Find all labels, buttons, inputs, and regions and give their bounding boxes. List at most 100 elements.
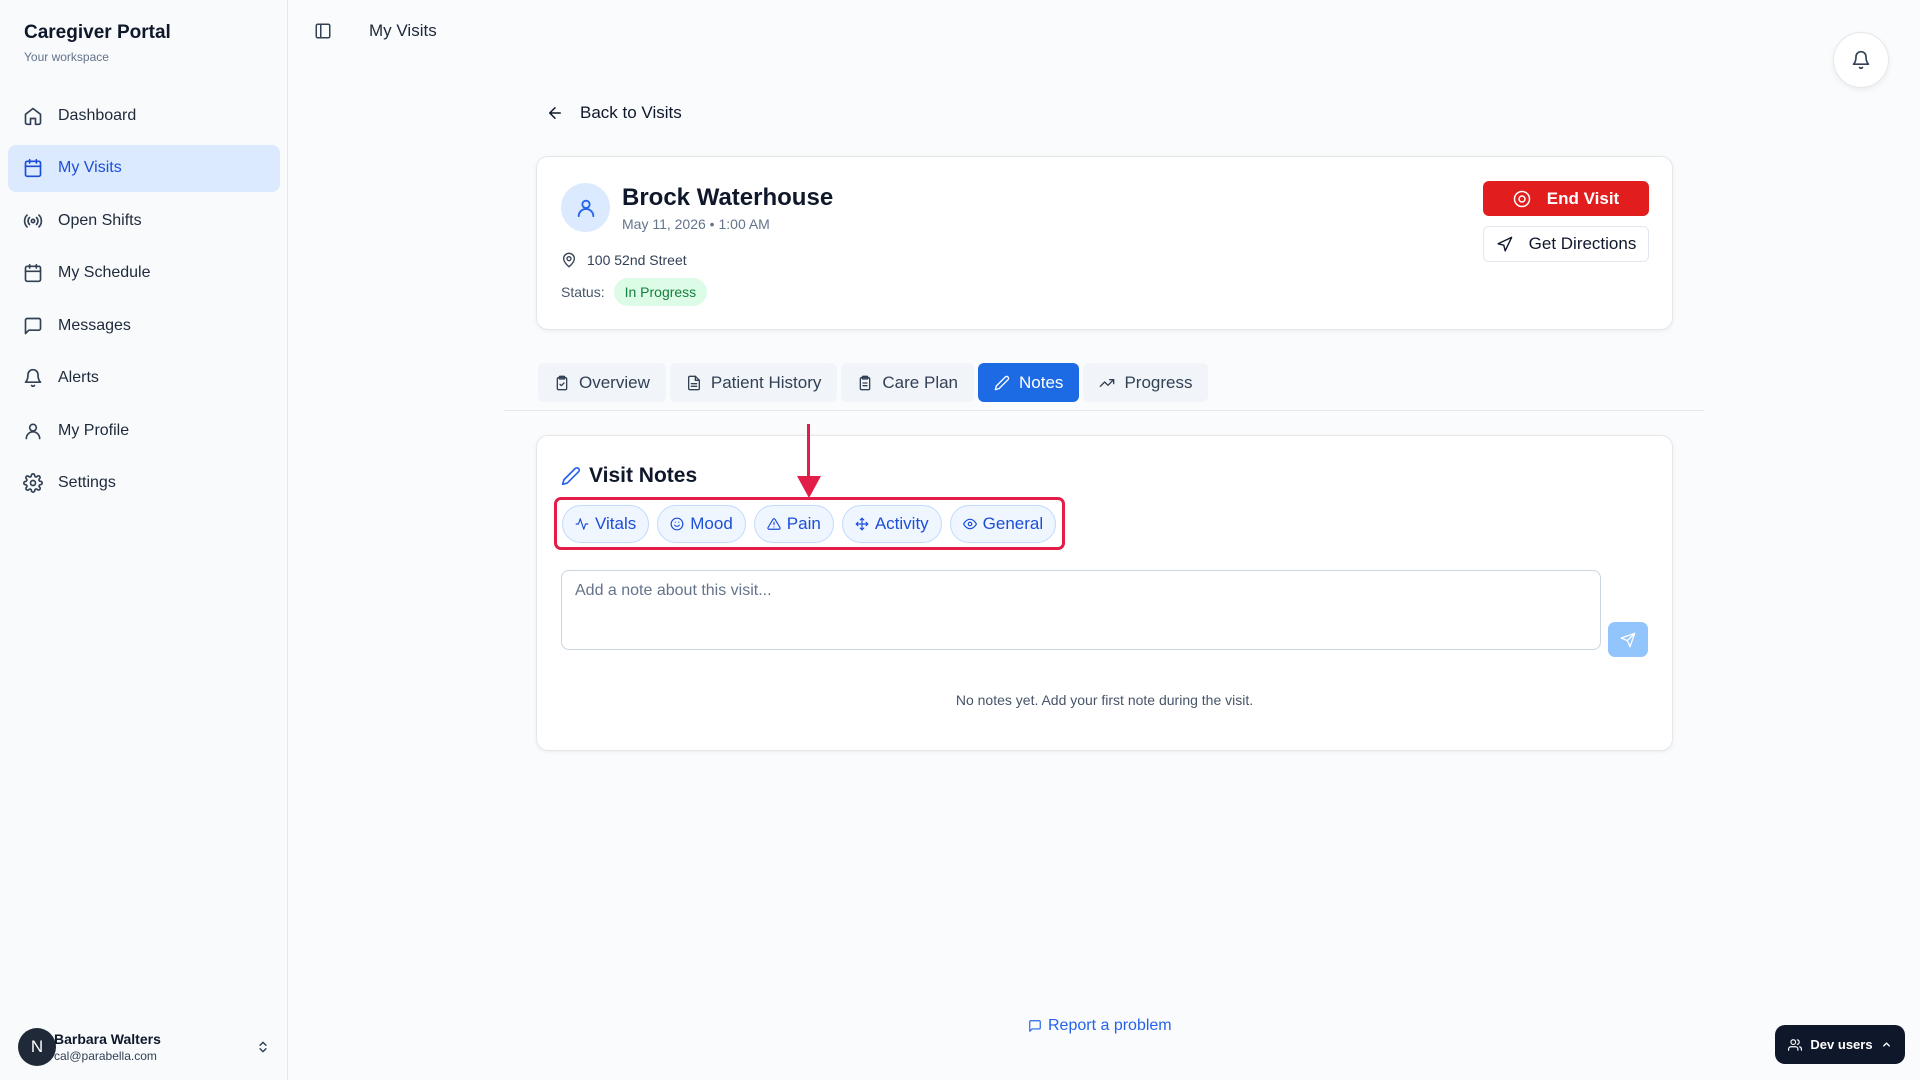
document-icon bbox=[686, 375, 702, 391]
move-icon bbox=[855, 517, 869, 531]
report-problem-label: Report a problem bbox=[1048, 1017, 1172, 1034]
sidebar-item-alerts[interactable]: Alerts bbox=[8, 355, 280, 402]
bell-icon bbox=[22, 367, 44, 389]
sidebar-item-my-profile[interactable]: My Profile bbox=[8, 407, 280, 454]
sidebar-toggle-icon[interactable] bbox=[312, 20, 334, 42]
sidebar-item-my-visits[interactable]: My Visits bbox=[8, 144, 280, 192]
clipboard-list-icon bbox=[857, 375, 873, 391]
tab-progress[interactable]: Progress bbox=[1083, 363, 1209, 402]
annotation-arrow-line bbox=[807, 424, 810, 478]
broadcast-icon bbox=[22, 210, 44, 232]
chip-pain[interactable]: Pain bbox=[753, 505, 834, 543]
alert-triangle-icon bbox=[767, 517, 781, 531]
chip-mood[interactable]: Mood bbox=[657, 505, 746, 543]
sidebar-nav: Dashboard My Visits Open Shifts My Sched… bbox=[8, 92, 280, 512]
visit-address: 100 52nd Street bbox=[561, 252, 687, 268]
activity-icon bbox=[575, 517, 589, 531]
chip-label: Mood bbox=[690, 514, 733, 533]
chip-label: General bbox=[982, 514, 1044, 533]
sidebar-item-dashboard[interactable]: Dashboard bbox=[8, 92, 280, 139]
note-input[interactable] bbox=[561, 570, 1601, 650]
message-icon bbox=[22, 315, 44, 337]
visit-status: Status: In Progress bbox=[561, 278, 708, 306]
address-text: 100 52nd Street bbox=[587, 252, 687, 268]
tab-label: Progress bbox=[1124, 372, 1193, 392]
calendar-icon bbox=[22, 157, 44, 179]
calendar-icon bbox=[22, 262, 44, 284]
dev-users-label: Dev users bbox=[1810, 1037, 1873, 1052]
annotation-arrow-head bbox=[797, 476, 821, 498]
sidebar-item-label: Dashboard bbox=[58, 106, 137, 124]
get-directions-button[interactable]: Get Directions bbox=[1483, 226, 1649, 262]
tab-patient-history[interactable]: Patient History bbox=[669, 363, 838, 402]
chip-general[interactable]: General bbox=[949, 505, 1057, 543]
tab-label: Notes bbox=[1019, 372, 1064, 392]
arrow-left-icon bbox=[546, 103, 566, 123]
visit-tabs: Overview Patient History Care Plan Notes… bbox=[538, 363, 1212, 402]
chip-vitals[interactable]: Vitals bbox=[562, 505, 650, 543]
visit-notes-title: Visit Notes bbox=[589, 464, 698, 487]
visit-notes-card: Visit Notes Vitals Mood Pain Activity Ge… bbox=[536, 435, 1673, 751]
dev-users-button[interactable]: Dev users bbox=[1775, 1025, 1905, 1064]
chevrons-up-down-icon[interactable] bbox=[253, 1039, 273, 1055]
sidebar-item-label: My Visits bbox=[58, 159, 122, 176]
user-name: Barbara Walters bbox=[54, 1031, 161, 1047]
eye-icon bbox=[962, 517, 977, 531]
visit-notes-heading: Visit Notes bbox=[561, 464, 697, 488]
end-visit-label: End Visit bbox=[1546, 188, 1620, 208]
user-icon bbox=[22, 420, 44, 442]
app-title: Caregiver Portal bbox=[24, 22, 171, 43]
sidebar-item-label: Open Shifts bbox=[58, 211, 142, 229]
end-visit-button[interactable]: End Visit bbox=[1483, 181, 1649, 216]
send-note-button[interactable] bbox=[1608, 622, 1648, 657]
pencil-icon bbox=[994, 375, 1010, 391]
tab-label: Care Plan bbox=[882, 372, 959, 392]
tab-overview[interactable]: Overview bbox=[538, 363, 666, 402]
tab-care-plan[interactable]: Care Plan bbox=[841, 363, 975, 402]
chip-label: Activity bbox=[874, 514, 929, 533]
tab-label: Patient History bbox=[710, 372, 822, 392]
note-category-chips: Vitals Mood Pain Activity General bbox=[562, 505, 1064, 543]
tab-notes[interactable]: Notes bbox=[978, 363, 1080, 402]
target-icon bbox=[1513, 190, 1531, 208]
user-menu[interactable]: N Barbara Walters cal@parabella.com bbox=[18, 1022, 273, 1072]
status-label: Status: bbox=[561, 284, 605, 300]
sidebar-item-label: My Profile bbox=[58, 421, 130, 439]
app-subtitle: Your workspace bbox=[24, 50, 109, 64]
map-pin-icon bbox=[561, 252, 577, 268]
chip-label: Vitals bbox=[595, 514, 637, 533]
sidebar-item-settings[interactable]: Settings bbox=[8, 460, 280, 507]
empty-notes-message: No notes yet. Add your first note during… bbox=[955, 692, 1254, 708]
patient-name: Brock Waterhouse bbox=[622, 184, 834, 211]
chip-label: Pain bbox=[786, 514, 821, 533]
sidebar-item-open-shifts[interactable]: Open Shifts bbox=[8, 197, 280, 244]
visit-summary-card: Brock Waterhouse May 11, 2026 • 1:00 AM … bbox=[536, 156, 1673, 330]
clipboard-icon bbox=[554, 375, 570, 391]
message-square-icon bbox=[1028, 1019, 1042, 1033]
chip-activity[interactable]: Activity bbox=[841, 505, 942, 543]
sidebar-item-messages[interactable]: Messages bbox=[8, 302, 280, 349]
home-icon bbox=[22, 105, 44, 127]
get-directions-label: Get Directions bbox=[1528, 234, 1637, 253]
user-email: cal@parabella.com bbox=[54, 1049, 157, 1063]
sidebar-item-my-schedule[interactable]: My Schedule bbox=[8, 250, 280, 297]
trending-up-icon bbox=[1099, 375, 1115, 391]
sidebar-item-label: Settings bbox=[58, 474, 116, 491]
notifications-button[interactable] bbox=[1833, 32, 1889, 88]
user-icon bbox=[575, 197, 597, 219]
tabs-divider bbox=[504, 410, 1704, 411]
brand: Caregiver Portal Your workspace bbox=[24, 22, 171, 64]
user-info: Barbara Walters cal@parabella.com bbox=[54, 1031, 251, 1063]
back-link-label: Back to Visits bbox=[580, 103, 682, 122]
visit-datetime: May 11, 2026 • 1:00 AM bbox=[622, 216, 770, 232]
report-problem-link[interactable]: Report a problem bbox=[1028, 1017, 1172, 1035]
sidebar: Caregiver Portal Your workspace Dashboar… bbox=[0, 0, 288, 1080]
back-to-visits-link[interactable]: Back to Visits bbox=[546, 103, 682, 123]
sidebar-item-label: Messages bbox=[58, 316, 131, 334]
gear-icon bbox=[22, 472, 44, 494]
bell-icon bbox=[1851, 50, 1871, 70]
avatar: N bbox=[18, 1028, 56, 1066]
patient-avatar bbox=[561, 183, 610, 232]
send-icon bbox=[1620, 632, 1636, 648]
status-badge: In Progress bbox=[613, 278, 708, 306]
